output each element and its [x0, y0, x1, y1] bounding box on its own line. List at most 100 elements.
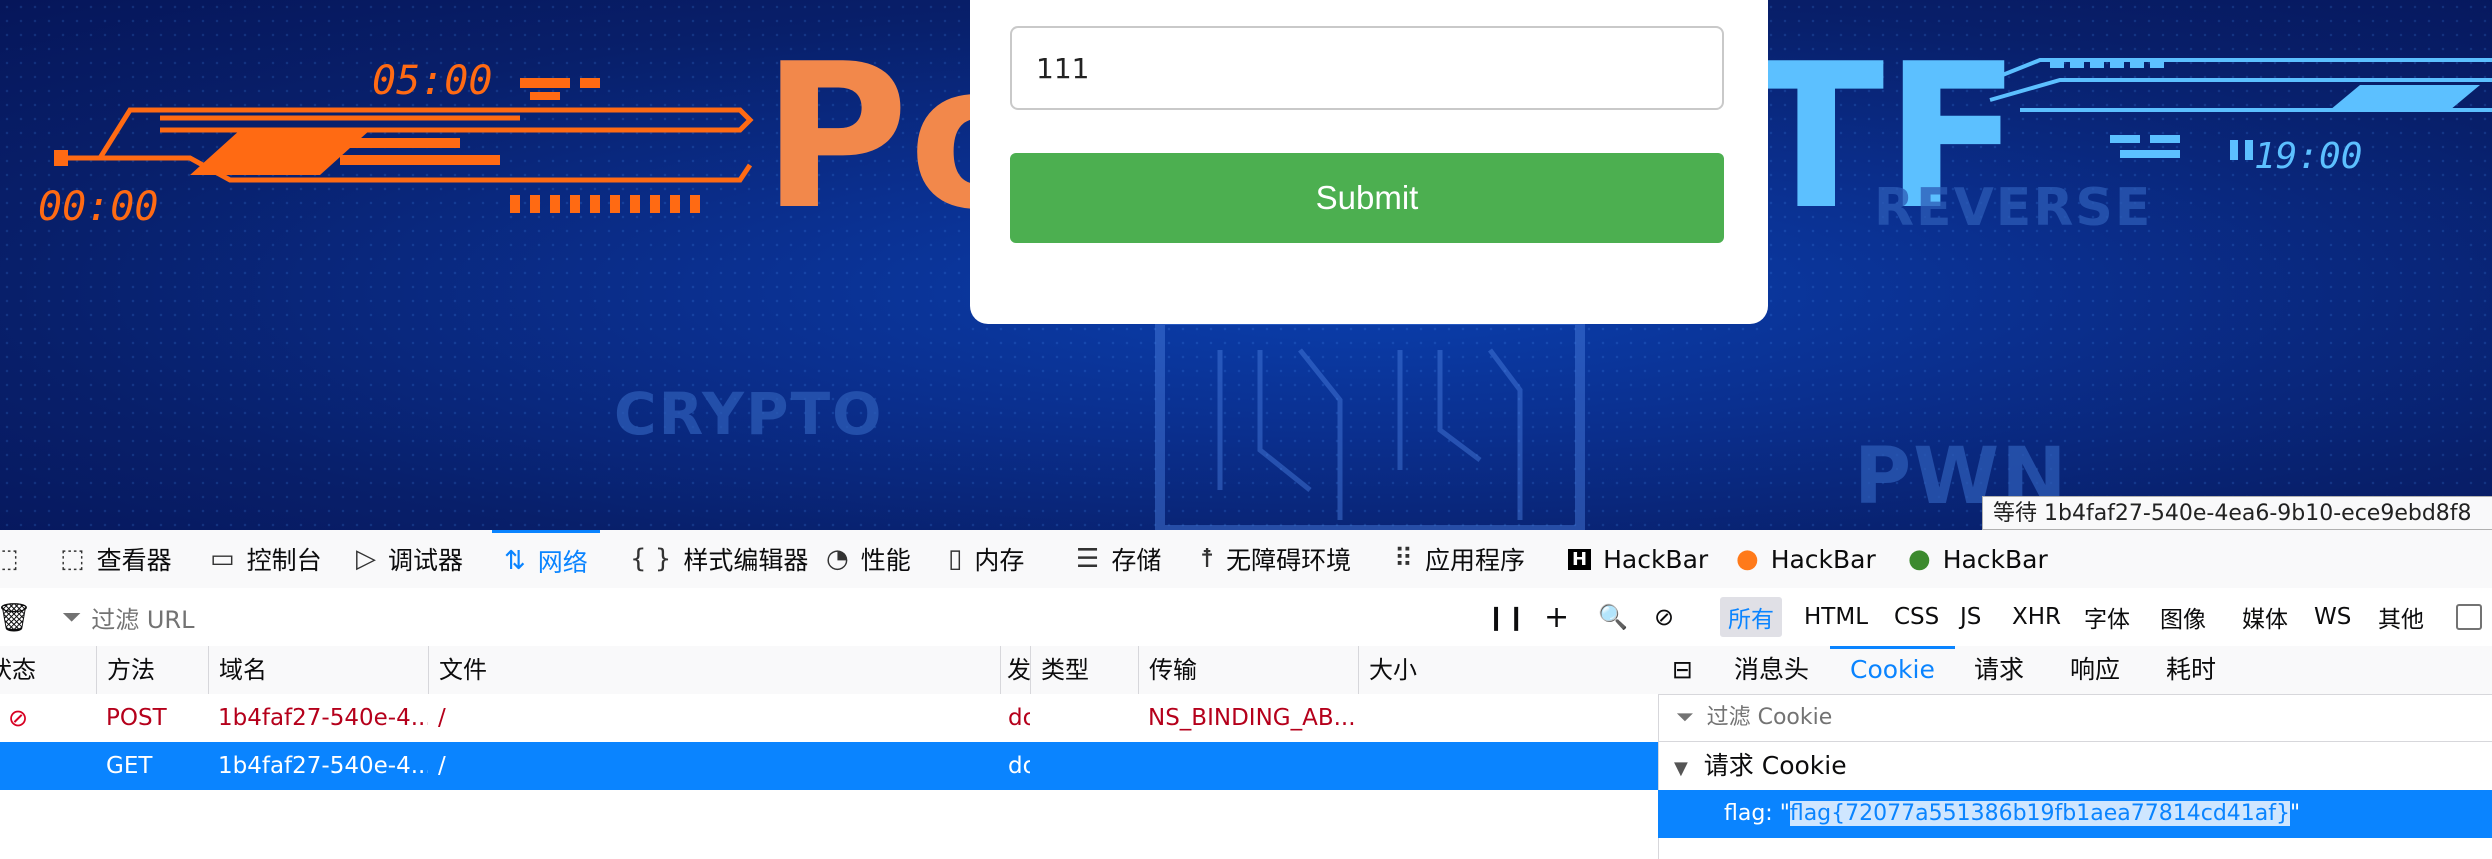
tab-inspector[interactable]: ⬚ 查看器	[60, 530, 172, 588]
tab-label: 查看器	[96, 546, 172, 575]
filter-icon: ⏷	[1676, 705, 1694, 730]
blocked-icon: ⊘	[8, 704, 29, 732]
clear-button[interactable]: 🗑	[0, 588, 32, 646]
transfer-cell: NS_BINDING_AB...	[1148, 705, 1356, 731]
table-row[interactable]: GET 1b4faf27-540e-4... / do	[0, 742, 1658, 790]
file-cell: /	[438, 753, 446, 779]
performance-icon: ◔	[826, 544, 849, 574]
search-button[interactable]: 🔍	[1598, 588, 1628, 646]
tab-performance[interactable]: ◔ 性能	[826, 530, 911, 588]
tab-request[interactable]: 请求	[1974, 646, 2024, 694]
application-icon: ⠿	[1394, 544, 1414, 574]
url-filter-placeholder: 过滤 URL	[91, 605, 195, 634]
tab-label: 调试器	[388, 546, 464, 575]
filter-icon: ⏷	[62, 603, 82, 631]
initiator-cell: do	[1008, 705, 1030, 731]
filter-all[interactable]: 所有	[1720, 597, 1782, 637]
tab-label: HackBar	[1603, 544, 1709, 574]
toggle-sidebar-button[interactable]: ⊟	[1672, 646, 1693, 694]
tab-accessibility[interactable]: ☨ 无障碍环境	[1200, 530, 1351, 588]
cookie-name: flag:	[1724, 801, 1773, 826]
tab-label: 存储	[1111, 546, 1162, 575]
persist-logs-checkbox[interactable]	[2456, 588, 2482, 646]
trash-icon: 🗑	[0, 600, 32, 634]
tab-response[interactable]: 响应	[2070, 646, 2120, 694]
col-domain[interactable]: 域名	[208, 646, 428, 694]
col-type[interactable]: 类型	[1030, 646, 1138, 694]
shield-circuit-decoration	[1155, 315, 1585, 530]
tab-memory[interactable]: ▯ 内存	[948, 530, 1024, 588]
filter-media[interactable]: 媒体	[2234, 597, 2296, 637]
col-size[interactable]: 大小	[1358, 646, 1658, 694]
hackbar-green-icon: ●	[1908, 544, 1931, 574]
request-cookie-section[interactable]: ▼ 请求 Cookie	[1658, 742, 2492, 790]
cookie-filter-placeholder: 过滤 Cookie	[1706, 705, 1833, 730]
submit-button[interactable]: Submit	[1010, 153, 1724, 243]
category-crypto: CRYPTO	[614, 380, 884, 448]
ctf-banner: 05:00 00:00 Po TF 19:00 REVERSE CRYPTO P…	[0, 0, 2492, 530]
devtools-tabbar: ⬚ ⬚ 查看器 ▭ 控制台 ▷ 调试器 ⇅ 网络 { } 样式编辑器 ◔ 性能 ▯ 内存 ☰ 存…	[0, 530, 2492, 589]
status-cell: ⊘	[0, 694, 94, 742]
tab-application[interactable]: ⠿ 应用程序	[1394, 530, 1525, 588]
filter-fonts[interactable]: 字体	[2076, 597, 2138, 637]
sidebar-toggle-icon: ⊟	[1672, 655, 1693, 684]
timer-right: 19:00	[2254, 136, 2363, 177]
col-method[interactable]: 方法	[96, 646, 208, 694]
request-details-panel: ⊟ 消息头 Cookie 请求 响应 耗时 ⏷ 过滤 Cookie ▼ 请求 C…	[1658, 646, 2492, 859]
tab-cookie[interactable]: Cookie	[1830, 646, 1955, 694]
col-status[interactable]: 状态	[0, 646, 96, 694]
tab-hackbar-2[interactable]: ● HackBar	[1736, 530, 1876, 588]
filter-html[interactable]: HTML	[1796, 597, 1876, 637]
tab-storage[interactable]: ☰ 存储	[1076, 530, 1161, 588]
table-row[interactable]: ⊘ POST 1b4faf27-540e-4... / do NS_BINDIN…	[0, 694, 1658, 742]
pause-button[interactable]: ❙❙	[1486, 588, 1526, 646]
tab-style-editor[interactable]: { } 样式编辑器	[630, 530, 808, 588]
memory-icon: ▯	[948, 544, 963, 574]
hackbar-icon: H	[1568, 548, 1592, 570]
checkbox-icon	[2456, 604, 2482, 630]
col-file[interactable]: 文件	[428, 646, 1000, 694]
tab-hackbar-3[interactable]: ● HackBar	[1908, 530, 2048, 588]
tab-headers[interactable]: 消息头	[1734, 646, 1809, 694]
network-icon: ⇅	[504, 545, 526, 576]
accessibility-icon: ☨	[1200, 544, 1215, 574]
inspector-icon: ⬚	[60, 544, 85, 574]
filter-xhr[interactable]: XHR	[2004, 597, 2069, 637]
hackbar-firefox-icon: ●	[1736, 544, 1759, 574]
filter-css[interactable]: CSS	[1886, 597, 1947, 637]
element-picker-button[interactable]: ⬚	[0, 530, 28, 588]
block-button[interactable]: ⊘	[1654, 588, 1674, 646]
style-editor-icon: { }	[630, 544, 672, 574]
answer-input[interactable]	[1010, 26, 1724, 110]
tab-network[interactable]: ⇅ 网络	[492, 530, 600, 588]
request-list-header: 状态 方法 域名 文件 发 类型 传输 大小	[0, 646, 1658, 695]
url-filter[interactable]: ⏷ 过滤 URL	[62, 588, 194, 646]
type-cell	[1030, 694, 1138, 742]
size-cell	[1358, 694, 1658, 742]
tab-hackbar-1[interactable]: H HackBar	[1568, 530, 1708, 588]
section-title: 请求 Cookie	[1703, 751, 1847, 780]
network-toolbar: 🗑 ⏷ 过滤 URL ❙❙ + 🔍 ⊘ 所有 HTML CSS JS XHR 字…	[0, 588, 2492, 647]
cookie-filter[interactable]: ⏷ 过滤 Cookie	[1658, 694, 2492, 742]
domain-cell: 1b4faf27-540e-4...	[218, 753, 428, 779]
tab-label: 无障碍环境	[1226, 546, 1352, 575]
tab-label: 样式编辑器	[683, 546, 809, 575]
filter-images[interactable]: 图像	[2152, 597, 2214, 637]
cookie-value[interactable]: flag{72077a551386b19fb1aea77814cd41af}	[1789, 801, 2291, 826]
timer-bottom-left: 00:00	[38, 184, 159, 230]
add-filter-button[interactable]: +	[1544, 588, 1569, 646]
filter-js[interactable]: JS	[1952, 597, 1989, 637]
col-initiator[interactable]: 发	[1000, 646, 1030, 694]
console-icon: ▭	[210, 544, 235, 574]
filter-other[interactable]: 其他	[2370, 597, 2432, 637]
tab-console[interactable]: ▭ 控制台	[210, 530, 322, 588]
category-reverse: REVERSE	[1874, 178, 2153, 238]
details-tabbar: ⊟ 消息头 Cookie 请求 响应 耗时	[1658, 646, 2492, 695]
file-cell: /	[438, 705, 446, 731]
filter-ws[interactable]: WS	[2306, 597, 2359, 637]
col-transfer[interactable]: 传输	[1138, 646, 1358, 694]
tab-debugger[interactable]: ▷ 调试器	[356, 530, 463, 588]
size-cell	[1358, 742, 1658, 790]
cookie-row-flag[interactable]: flag: "flag{72077a551386b19fb1aea77814cd…	[1658, 790, 2492, 838]
tab-timings[interactable]: 耗时	[2166, 646, 2216, 694]
